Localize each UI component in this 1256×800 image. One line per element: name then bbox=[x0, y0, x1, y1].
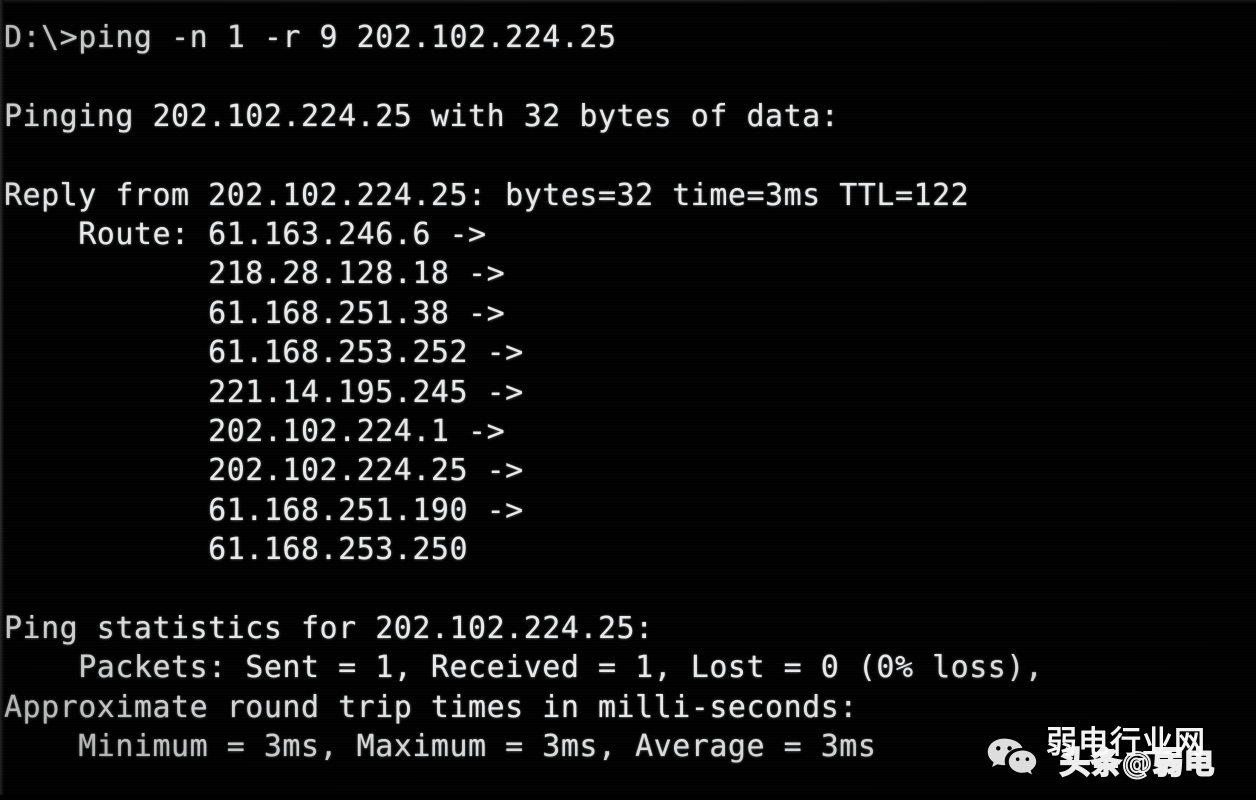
console-line-route-hop-7: 202.102.224.25 -> bbox=[4, 453, 524, 489]
console-line-route-hop-4: 61.168.253.252 -> bbox=[4, 335, 524, 371]
console-line-reply: Reply from 202.102.224.25: bytes=32 time… bbox=[4, 177, 970, 213]
console-line-route-hop-1: Route: 61.163.246.6 -> bbox=[4, 216, 487, 252]
console-line-rtt-header: Approximate round trip times in milli-se… bbox=[4, 689, 858, 725]
console-line-route-hop-9: 61.168.253.250 bbox=[4, 532, 469, 568]
console-line-command: D:\>ping -n 1 -r 9 202.102.224.25 bbox=[4, 20, 617, 55]
console-line-packets: Packets: Sent = 1, Received = 1, Lost = … bbox=[4, 650, 1044, 686]
screen-bottom-bezel bbox=[0, 795, 1256, 800]
console-line-rtt-values: Minimum = 3ms, Maximum = 3ms, Average = … bbox=[4, 729, 877, 765]
console-line-stats-header: Ping statistics for 202.102.224.25: bbox=[4, 610, 654, 646]
console-window: D:\>ping -n 1 -r 9 202.102.224.25 Pingin… bbox=[0, 0, 1256, 800]
console-line-route-hop-8: 61.168.251.190 -> bbox=[4, 492, 524, 528]
console-line-route-hop-3: 61.168.251.38 -> bbox=[4, 295, 506, 331]
console-line-pinging: Pinging 202.102.224.25 with 32 bytes of … bbox=[4, 98, 840, 134]
console-output[interactable]: D:\>ping -n 1 -r 9 202.102.224.25 Pingin… bbox=[4, 18, 1254, 766]
console-line-route-hop-5: 221.14.195.245 -> bbox=[4, 374, 524, 410]
console-line-route-hop-6: 202.102.224.1 -> bbox=[4, 413, 506, 449]
console-line-route-hop-2: 218.28.128.18 -> bbox=[4, 256, 506, 292]
screen-top-bezel bbox=[0, 0, 1256, 3]
